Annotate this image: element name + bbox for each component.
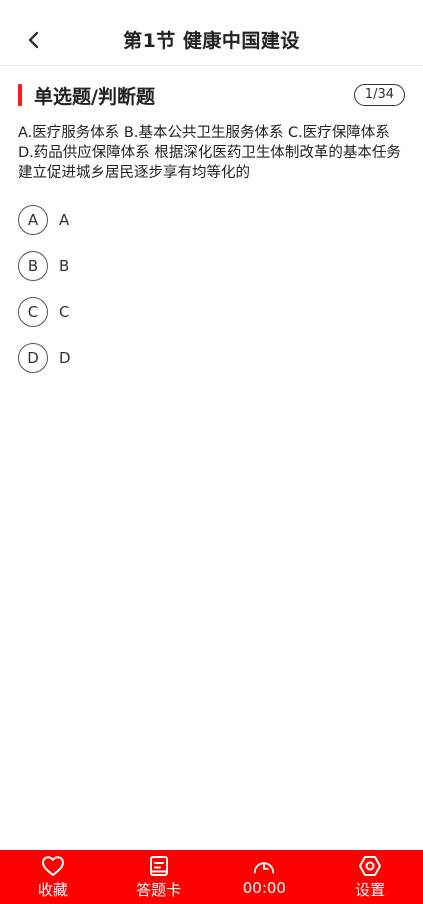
option-b[interactable]: B B — [18, 249, 398, 283]
timer-icon — [252, 854, 276, 878]
question-type-row: 单选题/判断题 1/34 — [18, 80, 405, 110]
question-text: A.医疗服务体系 B.基本公共卫生服务体系 C.医疗保障体系 D.药品供应保障体… — [18, 125, 401, 181]
option-d[interactable]: D D — [18, 341, 398, 375]
heart-icon — [41, 854, 65, 878]
header: 第1节 健康中国建设 — [0, 14, 423, 66]
question-progress-badge[interactable]: 1/34 — [353, 84, 405, 106]
option-text: D — [59, 349, 71, 367]
app-screen: 第1节 健康中国建设 单选题/判断题 1/34 A.医疗服务体系 B.基本公共卫… — [0, 0, 423, 904]
option-letter-circle: A — [18, 205, 48, 235]
option-a[interactable]: A A — [18, 203, 398, 237]
settings-icon — [358, 854, 382, 878]
option-letter-circle: C — [18, 297, 48, 327]
question-type-title: 单选题/判断题 — [34, 85, 155, 108]
option-text: A — [59, 211, 70, 229]
page-title: 第1节 健康中国建设 — [123, 30, 300, 52]
chevron-left-icon — [28, 31, 39, 49]
tab-settings[interactable]: 设置 — [317, 850, 423, 904]
tab-label: 收藏 — [37, 881, 68, 899]
option-letter-circle: D — [18, 343, 48, 373]
tab-timer[interactable]: 00:00 — [212, 850, 318, 904]
option-c[interactable]: C C — [18, 295, 398, 329]
tab-favorite[interactable]: 收藏 — [0, 850, 106, 904]
bottom-toolbar: 收藏 答题卡 00:00 设置 — [0, 850, 423, 904]
tab-answer-sheet[interactable]: 答题卡 — [106, 850, 212, 904]
option-text: B — [59, 257, 70, 275]
back-button[interactable] — [18, 24, 50, 56]
options-list: A A B B C C D D — [18, 203, 398, 387]
timer-display: 00:00 — [242, 879, 286, 897]
tab-label: 答题卡 — [136, 881, 182, 899]
answer-sheet-icon — [147, 854, 171, 878]
option-text: C — [59, 303, 70, 321]
section-accent-bar — [18, 84, 22, 106]
option-letter-circle: B — [18, 251, 48, 281]
tab-label: 设置 — [355, 881, 386, 899]
